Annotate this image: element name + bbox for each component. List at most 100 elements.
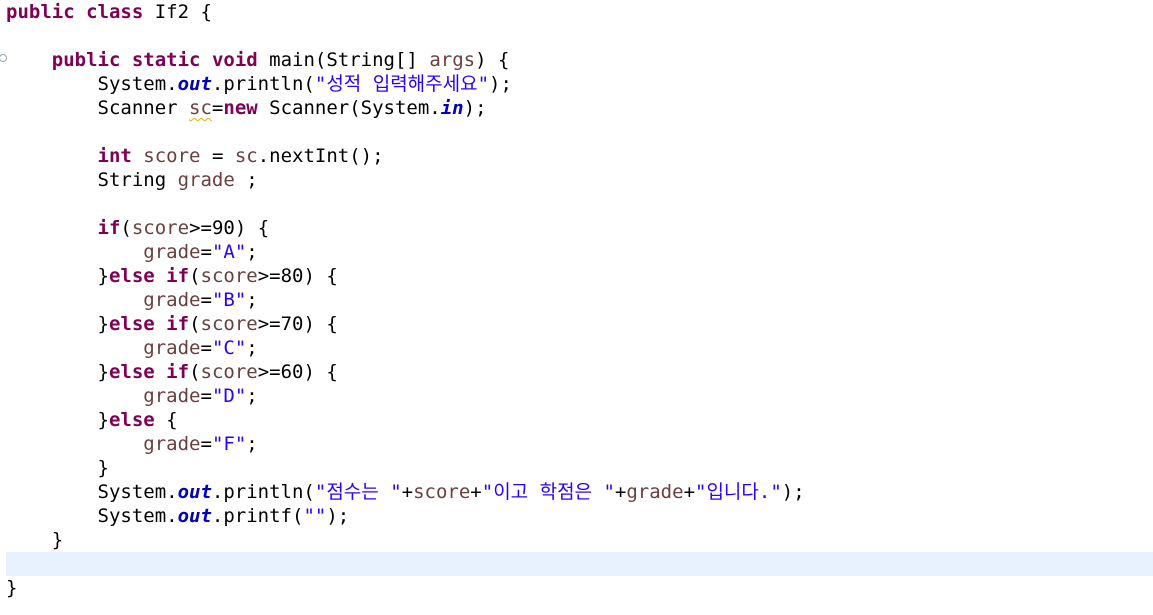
static-field-token: out (177, 505, 212, 527)
variable-token: score (200, 361, 258, 383)
static-field-token: in (440, 97, 464, 119)
code-line[interactable]: int score = sc.nextInt(); (6, 144, 805, 168)
code-token: + (614, 481, 627, 503)
code-token: ); (489, 73, 512, 95)
code-token: System. (6, 505, 178, 527)
code-line[interactable]: } (6, 576, 805, 600)
code-token: = (200, 289, 212, 311)
code-token: = (211, 97, 224, 119)
code-token: + (401, 481, 414, 503)
variable-token: score (200, 265, 258, 287)
code-token: String (6, 169, 178, 191)
code-line[interactable]: ​ (6, 120, 805, 144)
code-line[interactable]: grade="B"; (6, 288, 805, 312)
string-literal-token: "성적 입력해주세요" (314, 73, 490, 95)
keyword-token: public (51, 49, 121, 71)
code-token: Scanner (6, 97, 190, 119)
string-literal-token: "B" (211, 289, 247, 311)
variable-token: args (429, 49, 476, 71)
static-field-token: out (177, 73, 212, 95)
code-line[interactable]: System.out.println("성적 입력해주세요"); (6, 72, 805, 96)
code-line[interactable]: } (6, 528, 805, 552)
code-line[interactable]: ​ (6, 192, 805, 216)
code-token: System. (6, 73, 178, 95)
code-token: ); (781, 481, 805, 503)
code-token: + (470, 481, 482, 503)
keyword-token: class (86, 1, 144, 23)
code-line[interactable]: }else if(score>=70) { (6, 312, 805, 336)
code-line[interactable]: String grade ; (6, 168, 805, 192)
keyword-token: if (97, 217, 121, 239)
static-field-token: out (177, 481, 212, 503)
code-line[interactable]: grade="F"; (6, 432, 805, 456)
code-token: = (200, 385, 212, 407)
code-token: Scanner(System. (257, 97, 441, 119)
code-token: ( (189, 361, 201, 383)
code-line[interactable]: }else { (6, 408, 805, 432)
keyword-token: if (166, 313, 190, 335)
code-token: } (6, 313, 109, 335)
code-line[interactable]: }else if(score>=60) { (6, 360, 805, 384)
string-literal-token: "입니다." (695, 481, 782, 503)
code-token: + (683, 481, 696, 503)
code-token: .nextInt(); (257, 145, 384, 167)
code-token: ; (246, 337, 258, 359)
variable-token: score (413, 481, 471, 503)
code-token: main(String[] (257, 49, 430, 71)
keyword-token: else (108, 265, 155, 287)
code-line[interactable]: grade="D"; (6, 384, 805, 408)
code-token: >=80) { (257, 265, 338, 287)
variable-token: sc (234, 145, 258, 167)
code-token: = (200, 433, 212, 455)
string-literal-token: "이고 학점은 " (481, 481, 615, 503)
keyword-token: else (108, 409, 155, 431)
code-line[interactable]: grade="C"; (6, 336, 805, 360)
code-token: >=60) { (257, 361, 338, 383)
variable-token: score (143, 145, 201, 167)
code-line[interactable]: System.out.println("점수는 "+score+"이고 학점은 … (6, 480, 805, 504)
code-line[interactable]: ​ (6, 552, 805, 576)
code-line[interactable]: grade="A"; (6, 240, 805, 264)
code-line[interactable]: if(score>=90) { (6, 216, 805, 240)
code-line[interactable]: public static void main(String[] args) { (6, 48, 805, 72)
variable-token: grade (177, 169, 235, 191)
keyword-token: if (166, 361, 190, 383)
code-token: } (6, 577, 18, 599)
code-token: = (200, 145, 235, 167)
code-token: { (154, 409, 178, 431)
keyword-token: else (108, 313, 155, 335)
code-token: = (200, 241, 212, 263)
code-token: = (200, 337, 212, 359)
code-line[interactable]: System.out.printf(""); (6, 504, 805, 528)
code-line[interactable]: ​ (6, 24, 805, 48)
code-token: ; (246, 241, 258, 263)
keyword-token: new (223, 97, 258, 119)
code-token: ) { (475, 49, 510, 71)
string-literal-token: "점수는 " (314, 481, 402, 503)
code-line[interactable]: Scanner sc=new Scanner(System.in); (6, 96, 805, 120)
code-token: } (6, 529, 64, 551)
code-token: } (6, 457, 109, 479)
code-token: ( (189, 265, 201, 287)
string-literal-token: "" (303, 505, 327, 527)
code-text-area[interactable]: public class If2 {​ public static void m… (6, 0, 805, 600)
code-editor[interactable]: public class If2 {​ public static void m… (0, 0, 1153, 615)
code-token: ); (326, 505, 350, 527)
keyword-token: if (166, 265, 190, 287)
variable-token: grade (143, 337, 201, 359)
code-token: .printf( (211, 505, 304, 527)
code-line[interactable]: } (6, 456, 805, 480)
string-literal-token: "F" (211, 433, 247, 455)
code-line[interactable]: }else if(score>=80) { (6, 264, 805, 288)
code-line[interactable]: public class If2 { (6, 0, 805, 24)
